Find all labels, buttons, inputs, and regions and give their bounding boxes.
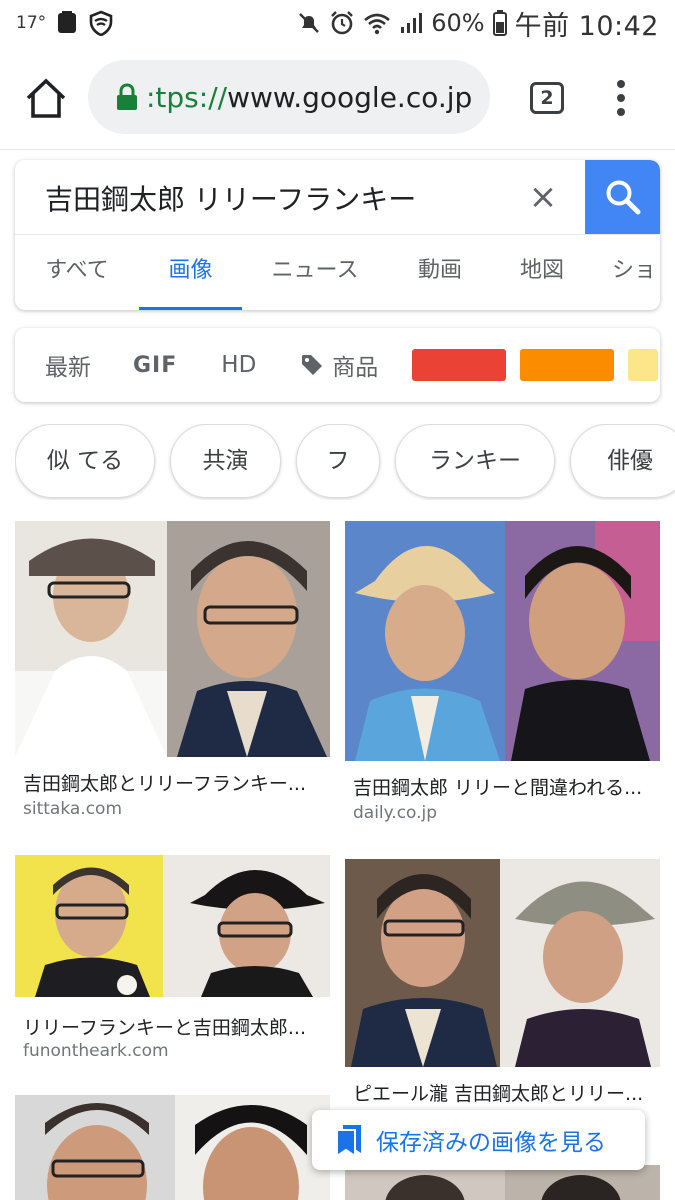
- tab-switcher-button[interactable]: 2: [530, 82, 564, 114]
- tab-all[interactable]: すべて: [15, 235, 139, 310]
- image-filter-bar: 最新 GIF HD 商品: [15, 328, 660, 402]
- tab-news[interactable]: ニュース: [242, 235, 388, 310]
- result-title[interactable]: ピエール瀧 吉田鋼太郎とリリー...: [353, 1079, 658, 1106]
- image-result[interactable]: リリーフランキーと吉田鋼太郎... funontheark.com: [15, 855, 330, 1065]
- result-title[interactable]: 吉田鋼太郎 リリーと間違われる...: [353, 773, 658, 800]
- temperature: 17°: [16, 13, 47, 33]
- filter-gif[interactable]: GIF: [133, 353, 177, 378]
- result-source[interactable]: sittaka.com: [23, 799, 122, 819]
- url-host: www.google.co.jp: [227, 80, 473, 114]
- home-icon: [26, 78, 66, 118]
- result-image[interactable]: [345, 1165, 660, 1200]
- chip-related[interactable]: フ: [296, 424, 380, 498]
- battery-icon: [492, 10, 507, 36]
- clear-icon[interactable]: ×: [527, 178, 559, 216]
- color-swatch-red[interactable]: [412, 349, 507, 381]
- tab-images[interactable]: 画像: [139, 235, 242, 310]
- related-chips: 似 てる 共演 フ ランキー 俳優: [15, 424, 675, 500]
- result-source[interactable]: funontheark.com: [23, 1041, 169, 1061]
- result-title[interactable]: リリーフランキーと吉田鋼太郎...: [23, 1013, 323, 1040]
- saved-images-label: 保存済みの画像を見る: [376, 1130, 606, 1156]
- filter-hd[interactable]: HD: [221, 352, 256, 378]
- url-scheme: :tps://: [146, 80, 228, 114]
- image-result[interactable]: ピエール瀧 吉田鋼太郎とリリー...: [345, 859, 660, 1109]
- wifi-icon: [364, 13, 391, 35]
- result-image[interactable]: [345, 521, 660, 761]
- filter-latest[interactable]: 最新: [45, 348, 91, 382]
- overflow-menu-button[interactable]: [608, 78, 634, 118]
- shield-icon: [89, 10, 113, 36]
- menu-dot-icon: [617, 94, 625, 102]
- browser-toolbar: :tps:// www.google.co.jp 2: [0, 46, 675, 150]
- menu-dot-icon: [617, 108, 625, 116]
- lock-icon: [116, 83, 138, 111]
- tag-icon: [302, 355, 323, 375]
- image-result[interactable]: [15, 1095, 330, 1200]
- color-swatch-yellow[interactable]: [628, 349, 659, 381]
- color-swatch-orange[interactable]: [520, 349, 615, 381]
- saved-images-button[interactable]: 保存済みの画像を見る: [312, 1110, 645, 1170]
- result-title[interactable]: 吉田鋼太郎とリリーフランキー...: [23, 769, 323, 796]
- search-icon: [606, 180, 640, 215]
- tab-videos[interactable]: 動画: [388, 235, 492, 310]
- search-input[interactable]: 吉田鋼太郎 リリーフランキー: [45, 178, 416, 218]
- search-box-card: 吉田鋼太郎 リリーフランキー × すべて 画像 ニュース 動画 地図 ショ: [15, 160, 660, 310]
- result-image[interactable]: [15, 1095, 330, 1200]
- chip-related[interactable]: 共演: [170, 424, 281, 498]
- result-source[interactable]: daily.co.jp: [353, 803, 437, 823]
- bookmark-icon: [336, 1125, 361, 1157]
- mute-icon: [299, 13, 320, 33]
- search-tabs: すべて 画像 ニュース 動画 地図 ショ: [15, 234, 660, 310]
- battery-percent: 60%: [431, 9, 485, 37]
- image-result[interactable]: 吉田鋼太郎 リリーと間違われる... daily.co.jp: [345, 521, 660, 831]
- image-result[interactable]: 吉田鋼太郎とリリーフランキー... sittaka.com: [15, 521, 330, 821]
- filter-products-label: 商品: [332, 355, 379, 381]
- menu-dot-icon: [617, 80, 625, 88]
- alarm-icon: [331, 11, 354, 35]
- chip-related[interactable]: ランキー: [395, 424, 555, 498]
- url-bar[interactable]: :tps:// www.google.co.jp: [88, 60, 490, 134]
- home-button[interactable]: [22, 76, 70, 120]
- signal-icon: [401, 13, 423, 33]
- search-button[interactable]: [585, 160, 660, 234]
- notification-icon: [58, 11, 77, 33]
- result-image[interactable]: [15, 855, 330, 997]
- search-results-screen: { "status_bar": { "temperature": "17°", …: [0, 0, 675, 1200]
- chip-related[interactable]: 俳優: [570, 424, 675, 498]
- filter-products[interactable]: 商品: [300, 348, 378, 382]
- tab-shopping[interactable]: ショ: [592, 235, 660, 310]
- tab-maps[interactable]: 地図: [492, 235, 592, 310]
- result-image[interactable]: [15, 521, 330, 757]
- chip-related[interactable]: 似 てる: [15, 424, 155, 498]
- result-image[interactable]: [345, 859, 660, 1067]
- clock: 午前 10:42: [514, 10, 659, 42]
- status-bar: 17° 60% 午前 10:42: [0, 0, 675, 46]
- image-result[interactable]: [345, 1165, 660, 1200]
